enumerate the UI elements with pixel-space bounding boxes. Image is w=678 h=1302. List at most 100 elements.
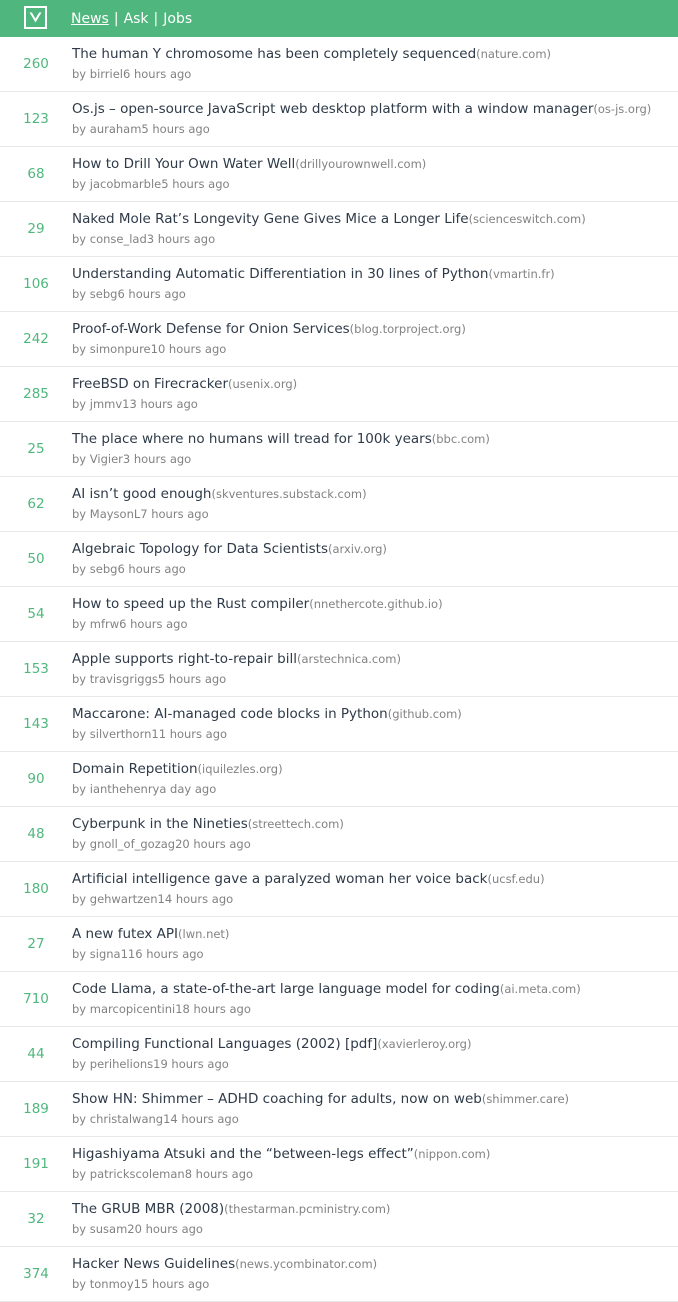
story-domain-link[interactable]: (github.com) <box>388 707 462 721</box>
story-user-link[interactable]: marcopicentini <box>90 1002 175 1016</box>
story-title-line: Maccarone: AI-managed code blocks in Pyt… <box>72 706 462 722</box>
story-row: 27 A new futex API(lwn.net) by signa116 ho… <box>0 917 678 972</box>
story-title-link[interactable]: The GRUB MBR (2008) <box>72 1201 224 1217</box>
story-time: 8 hours ago <box>184 1167 254 1181</box>
story-meta: by simonpure10 hours ago <box>72 342 226 356</box>
story-user-link[interactable]: mfrw <box>90 617 119 631</box>
story-by-label: by <box>72 947 90 961</box>
story-score: 68 <box>27 166 45 182</box>
story-domain-link[interactable]: (drillyourownwell.com) <box>295 157 426 171</box>
story-user-link[interactable]: sebg <box>90 562 118 576</box>
story-user-link[interactable]: jmmv <box>90 397 122 411</box>
story-title-link[interactable]: Algebraic Topology for Data Scientists <box>72 541 328 557</box>
story-title-line: How to speed up the Rust compiler(nnethe… <box>72 596 443 612</box>
story-by-label: by <box>72 727 90 741</box>
story-domain-link[interactable]: (arxiv.org) <box>328 542 387 556</box>
story-meta: by signa116 hours ago <box>72 947 204 961</box>
story-title-link[interactable]: The human Y chromosome has been complete… <box>72 46 476 62</box>
story-domain-link[interactable]: (arstechnica.com) <box>297 652 401 666</box>
story-title-link[interactable]: How to Drill Your Own Water Well <box>72 156 295 172</box>
story-title-link[interactable]: Higashiyama Atsuki and the “between-legs… <box>72 1146 414 1162</box>
story-row: 191 Higashiyama Atsuki and the “between-l… <box>0 1137 678 1192</box>
story-title-link[interactable]: A new futex API <box>72 926 178 942</box>
story-domain-link[interactable]: (ai.meta.com) <box>500 982 581 996</box>
story-title-link[interactable]: AI isn’t good enough <box>72 486 211 502</box>
story-user-link[interactable]: MaysonL <box>90 507 141 521</box>
story-user-link[interactable]: auraham <box>90 122 142 136</box>
story-title-link[interactable]: Understanding Automatic Differentiation … <box>72 266 488 282</box>
story-domain-link[interactable]: (nippon.com) <box>414 1147 491 1161</box>
story-domain-link[interactable]: (lwn.net) <box>178 927 229 941</box>
story-title-link[interactable]: Apple supports right-to-repair bill <box>72 651 297 667</box>
story-user-link[interactable]: jacobmarble <box>90 177 161 191</box>
story-row: 374 Hacker News Guidelines(news.ycombinat… <box>0 1247 678 1302</box>
story-title-link[interactable]: Maccarone: AI-managed code blocks in Pyt… <box>72 706 388 722</box>
story-domain-link[interactable]: (shimmer.care) <box>482 1092 569 1106</box>
story-domain-link[interactable]: (nature.com) <box>476 47 551 61</box>
story-row: 90 Domain Repetition(iquilezles.org) by ia… <box>0 752 678 807</box>
vue-logo-icon[interactable] <box>24 6 47 29</box>
story-by-label: by <box>72 1277 90 1291</box>
story-domain-link[interactable]: (news.ycombinator.com) <box>235 1257 377 1271</box>
story-by-label: by <box>72 1167 90 1181</box>
story-title-link[interactable]: Domain Repetition <box>72 761 198 777</box>
story-user-link[interactable]: ianthehenry <box>90 782 160 796</box>
story-title-link[interactable]: Os.js – open-source JavaScript web deskt… <box>72 101 593 117</box>
story-user-link[interactable]: conse_lad <box>90 232 147 246</box>
story-user-link[interactable]: patrickscoleman <box>90 1167 185 1181</box>
story-user-link[interactable]: gehwartzen <box>90 892 158 906</box>
story-domain-link[interactable]: (skventures.substack.com) <box>211 487 366 501</box>
story-by-label: by <box>72 562 90 576</box>
story-domain-link[interactable]: (os-js.org) <box>593 102 651 116</box>
story-meta: by ianthehenrya day ago <box>72 782 216 796</box>
story-user-link[interactable]: susam <box>90 1222 128 1236</box>
story-score: 27 <box>27 936 45 952</box>
story-user-link[interactable]: tonmoy <box>90 1277 134 1291</box>
nav-news-link[interactable]: News <box>71 11 109 27</box>
story-domain-link[interactable]: (streettech.com) <box>248 817 344 831</box>
story-title-line: Hacker News Guidelines(news.ycombinator.… <box>72 1256 377 1272</box>
story-domain-link[interactable]: (scienceswitch.com) <box>469 212 586 226</box>
story-title-link[interactable]: Proof-of-Work Defense for Onion Services <box>72 321 350 337</box>
story-user-link[interactable]: Vigier <box>90 452 123 466</box>
story-domain-link[interactable]: (thestarman.pcministry.com) <box>224 1202 390 1216</box>
story-domain-link[interactable]: (blog.torproject.org) <box>350 322 466 336</box>
story-domain-link[interactable]: (vmartin.fr) <box>488 267 554 281</box>
story-by-label: by <box>72 452 90 466</box>
story-title-link[interactable]: The place where no humans will tread for… <box>72 431 432 447</box>
story-domain-link[interactable]: (usenix.org) <box>228 377 297 391</box>
story-title-link[interactable]: Hacker News Guidelines <box>72 1256 235 1272</box>
story-user-link[interactable]: birriel <box>90 67 123 81</box>
story-by-label: by <box>72 397 90 411</box>
story-user-link[interactable]: perihelions <box>90 1057 153 1071</box>
story-domain-link[interactable]: (iquilezles.org) <box>198 762 283 776</box>
story-user-link[interactable]: silverthorn <box>90 727 152 741</box>
story-user-link[interactable]: travisgriggs <box>90 672 158 686</box>
story-domain-link[interactable]: (nnethercote.github.io) <box>309 597 442 611</box>
story-domain-link[interactable]: (bbc.com) <box>432 432 490 446</box>
story-title-link[interactable]: Cyberpunk in the Nineties <box>72 816 248 832</box>
story-title-line: Os.js – open-source JavaScript web deskt… <box>72 101 651 117</box>
story-score: 62 <box>27 496 45 512</box>
nav-jobs-link[interactable]: Jobs <box>163 11 192 27</box>
nav-ask-link[interactable]: Ask <box>124 11 149 27</box>
story-title-link[interactable]: Compiling Functional Languages (2002) [p… <box>72 1036 377 1052</box>
story-title-link[interactable]: FreeBSD on Firecracker <box>72 376 228 392</box>
story-domain-link[interactable]: (ucsf.edu) <box>487 872 544 886</box>
story-title-link[interactable]: Artificial intelligence gave a paralyzed… <box>72 871 487 887</box>
story-score: 106 <box>23 276 49 292</box>
story-user-link[interactable]: signa11 <box>90 947 135 961</box>
story-user-link[interactable]: christalwang <box>90 1112 163 1126</box>
story-user-link[interactable]: sebg <box>90 287 118 301</box>
story-domain-link[interactable]: (xavierleroy.org) <box>377 1037 471 1051</box>
story-title-link[interactable]: Code Llama, a state-of-the-art large lan… <box>72 981 500 997</box>
story-score: 260 <box>23 56 49 72</box>
story-title-link[interactable]: Naked Mole Rat’s Longevity Gene Gives Mi… <box>72 211 469 227</box>
story-meta: by susam20 hours ago <box>72 1222 203 1236</box>
story-time: 5 hours ago <box>157 672 227 686</box>
story-title-link[interactable]: How to speed up the Rust compiler <box>72 596 309 612</box>
story-time: 19 hours ago <box>153 1057 229 1071</box>
story-user-link[interactable]: gnoll_of_gozag <box>90 837 175 851</box>
story-title-link[interactable]: Show HN: Shimmer – ADHD coaching for adu… <box>72 1091 482 1107</box>
story-user-link[interactable]: simonpure <box>90 342 151 356</box>
